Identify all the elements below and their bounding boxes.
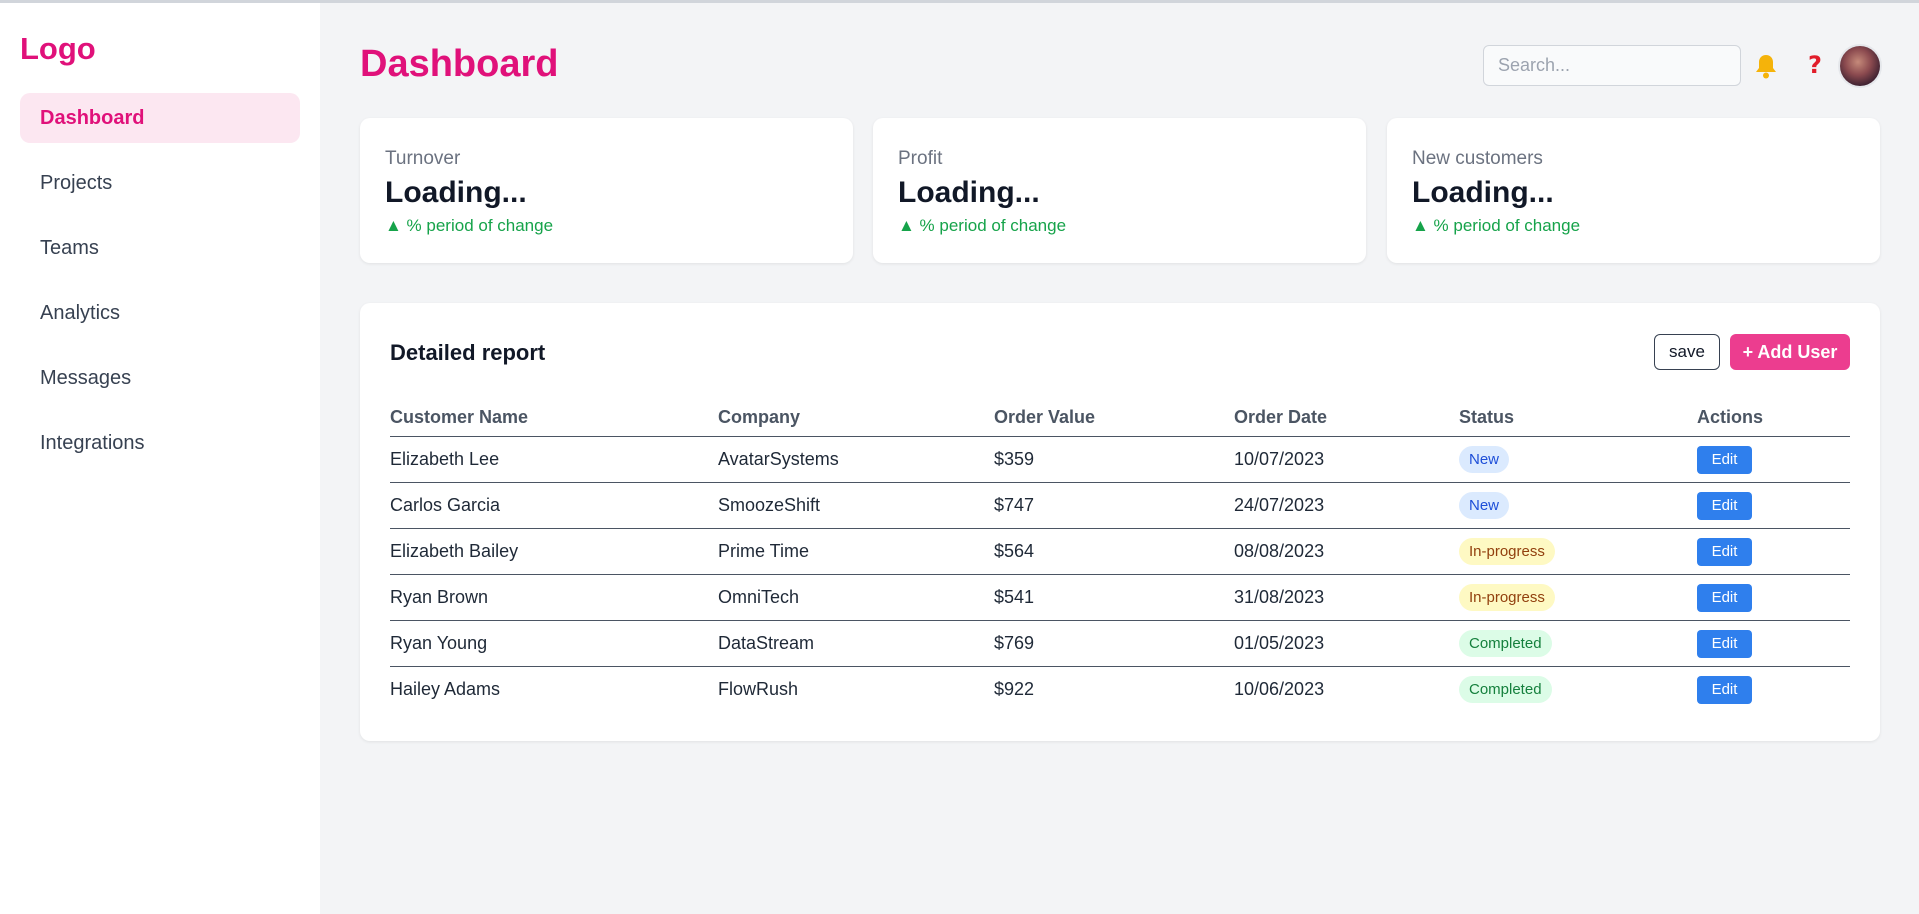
table-row: Ryan Brown OmniTech $541 31/08/2023 In-p… [390, 574, 1850, 621]
order-date-cell: 01/05/2023 [1234, 620, 1459, 667]
status-badge: In-progress [1459, 584, 1555, 611]
bell-icon[interactable] [1754, 53, 1778, 79]
column-header-order-value: Order Value [994, 398, 1234, 437]
report-title: Detailed report [390, 340, 546, 365]
stat-value: Loading... [898, 176, 1040, 209]
stat-label: Profit [898, 148, 943, 169]
status-badge: Completed [1459, 630, 1552, 657]
actions-cell: Edit [1697, 528, 1850, 575]
status-cell: In-progress [1459, 574, 1697, 621]
table-row: Ryan Young DataStream $769 01/05/2023 Co… [390, 620, 1850, 667]
customer-name-cell: Elizabeth Bailey [390, 528, 718, 575]
sidebar-item-projects[interactable]: Projects [20, 158, 300, 208]
stat-change: ▲ % period of change [898, 216, 1067, 235]
table-row: Carlos Garcia SmoozeShift $747 24/07/202… [390, 482, 1850, 529]
company-cell: DataStream [718, 620, 994, 667]
table-row: Hailey Adams FlowRush $922 10/06/2023 Co… [390, 667, 1850, 713]
save-button[interactable]: save [1654, 334, 1720, 370]
status-cell: New [1459, 436, 1697, 483]
table-row: Elizabeth Bailey Prime Time $564 08/08/2… [390, 528, 1850, 575]
order-value-cell: $769 [994, 620, 1234, 667]
column-header-company: Company [718, 398, 994, 437]
company-cell: FlowRush [718, 679, 799, 699]
help-icon[interactable]: ? [1808, 51, 1822, 79]
stat-card-turnover: Turnover Loading... ▲ % period of change [360, 118, 853, 263]
edit-button[interactable]: Edit [1697, 583, 1752, 612]
status-cell: New [1459, 482, 1697, 529]
stat-card-profit: Profit Loading... ▲ % period of change [873, 118, 1366, 263]
sidebar-item-teams[interactable]: Teams [20, 223, 300, 273]
order-date-cell: 31/08/2023 [1234, 574, 1459, 621]
search-input[interactable] [1483, 45, 1741, 86]
column-header-customer-name: Customer Name [390, 398, 718, 437]
table-row: Elizabeth Lee AvatarSystems $359 10/07/2… [390, 436, 1850, 483]
edit-button[interactable]: Edit [1697, 675, 1752, 704]
column-header-order-date: Order Date [1234, 398, 1459, 437]
order-value-cell: $541 [994, 574, 1234, 621]
actions-cell: Edit [1697, 436, 1850, 483]
customer-name-cell: Ryan Young [390, 620, 718, 667]
actions-cell: Edit [1697, 667, 1850, 713]
status-cell: In-progress [1459, 528, 1697, 575]
status-cell: Completed [1459, 667, 1697, 713]
edit-button[interactable]: Edit [1697, 445, 1752, 474]
stat-value: Loading... [385, 176, 527, 209]
sidebar-item-integrations[interactable]: Integrations [20, 418, 300, 468]
table-header-row: Customer Name Company Order Value Order … [390, 398, 1850, 437]
sidebar-item-messages[interactable]: Messages [20, 353, 300, 403]
stat-change: ▲ % period of change [385, 216, 554, 235]
order-date-cell: 10/07/2023 [1234, 436, 1459, 483]
column-header-actions: Actions [1697, 398, 1850, 437]
order-date-cell: 08/08/2023 [1234, 528, 1459, 575]
order-value-cell: $359 [994, 436, 1234, 483]
order-date-cell: 24/07/2023 [1234, 482, 1459, 529]
stat-value: Loading... [1412, 176, 1554, 209]
order-value-cell: $747 [994, 482, 1234, 529]
company-cell: OmniTech [718, 574, 994, 621]
status-cell: Completed [1459, 620, 1697, 667]
logo[interactable]: Logo [20, 31, 300, 67]
detailed-report: Detailed report save + Add User Customer… [360, 303, 1880, 741]
company-cell: SmoozeShift [718, 482, 994, 529]
status-badge: New [1459, 446, 1510, 473]
edit-button[interactable]: Edit [1697, 629, 1752, 658]
status-badge: Completed [1459, 676, 1552, 703]
edit-button[interactable]: Edit [1697, 491, 1752, 520]
actions-cell: Edit [1697, 574, 1850, 621]
column-header-status: Status [1459, 398, 1697, 437]
avatar[interactable] [1840, 46, 1880, 86]
sidebar-nav: Dashboard Projects Teams Analytics Messa… [20, 93, 300, 468]
sidebar-item-dashboard[interactable]: Dashboard [20, 93, 300, 143]
stat-label: Turnover [385, 148, 461, 169]
stat-change: ▲ % period of change [1412, 216, 1581, 235]
sidebar-item-analytics[interactable]: Analytics [20, 288, 300, 338]
edit-button[interactable]: Edit [1697, 537, 1752, 566]
stat-label: New customers [1412, 148, 1543, 169]
customer-name-cell: Elizabeth Lee [390, 436, 718, 483]
add-user-button[interactable]: + Add User [1730, 334, 1850, 370]
main-content: Dashboard ? Turnover Loading... ▲ % peri… [320, 3, 1919, 914]
customer-name-cell: Ryan Brown [390, 574, 718, 621]
sidebar: Logo Dashboard Projects Teams Analytics … [0, 3, 320, 914]
customer-name-cell: Carlos Garcia [390, 482, 718, 529]
order-value-cell: $922 [994, 679, 1035, 699]
company-cell: Prime Time [718, 528, 994, 575]
stat-card-new-customers: New customers Loading... ▲ % period of c… [1387, 118, 1880, 263]
actions-cell: Edit [1697, 482, 1850, 529]
status-badge: In-progress [1459, 538, 1555, 565]
order-value-cell: $564 [994, 528, 1234, 575]
report-table: Customer Name Company Order Value Order … [390, 398, 1850, 712]
status-badge: New [1459, 492, 1510, 519]
company-cell: AvatarSystems [718, 436, 994, 483]
page-title: Dashboard [360, 43, 559, 85]
actions-cell: Edit [1697, 620, 1850, 667]
order-date-cell: 10/06/2023 [1234, 679, 1325, 699]
customer-name-cell: Hailey Adams [390, 679, 501, 699]
